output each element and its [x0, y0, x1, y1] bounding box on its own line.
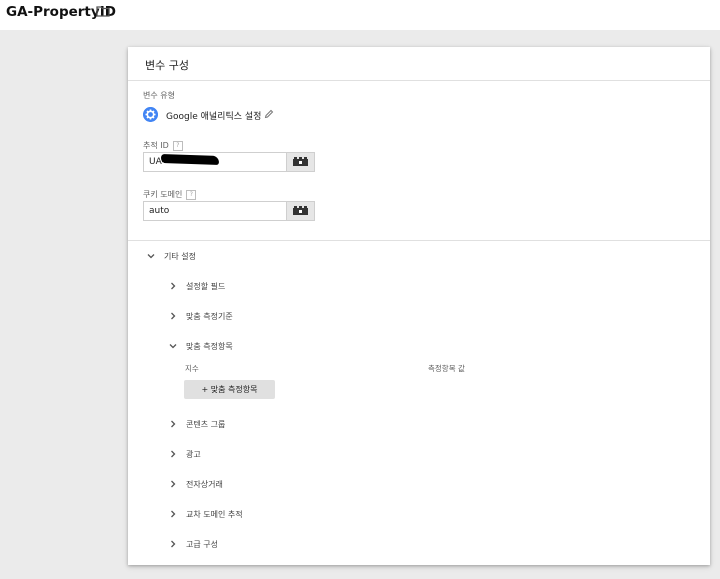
card-title: 변수 구성: [145, 59, 189, 72]
cookie-domain-label-text: 쿠키 도메인: [143, 190, 183, 199]
tracking-id-label-text: 추적 ID: [143, 141, 169, 150]
pencil-icon[interactable]: [264, 109, 274, 119]
section-label: 설정할 필드: [186, 282, 226, 291]
variable-type-name: Google 애널리틱스 설정: [166, 112, 262, 122]
card-header: 변수 구성: [128, 47, 710, 81]
column-header-index: 지수: [185, 364, 199, 373]
column-header-metric-value: 측정항목 값: [428, 364, 465, 373]
redaction-mark: [160, 153, 220, 166]
chevron-right-icon: [171, 510, 176, 518]
cookie-domain-field[interactable]: auto: [143, 201, 315, 221]
variable-configuration-card: 변수 구성 변수 유형 Google 애널리틱스 설정 추적 ID? UA- 쿠…: [128, 47, 710, 565]
chevron-down-icon: [169, 344, 177, 349]
chevron-down-icon: [147, 254, 155, 259]
top-bar: GA-PropertyID: [0, 0, 720, 30]
more-settings-label: 기타 설정: [164, 252, 196, 261]
cookie-domain-label: 쿠키 도메인?: [143, 189, 197, 200]
section-label: 광고: [186, 450, 201, 459]
folder-icon[interactable]: [96, 5, 110, 17]
section-label: 콘텐츠 그룹: [186, 420, 226, 429]
tracking-id-field[interactable]: UA-: [143, 152, 315, 172]
help-icon[interactable]: ?: [186, 189, 197, 200]
gear-icon: [143, 107, 158, 122]
variable-brick-icon: [293, 157, 308, 166]
section-label: 교차 도메인 추적: [186, 510, 243, 519]
chevron-right-icon: [171, 282, 176, 290]
variable-picker-button[interactable]: [286, 202, 314, 220]
chevron-right-icon: [171, 540, 176, 548]
variable-brick-icon: [293, 206, 308, 215]
variable-type-label: 변수 유형: [143, 91, 175, 100]
variable-picker-button[interactable]: [286, 153, 314, 171]
section-label: 맞춤 측정항목: [186, 342, 233, 351]
section-label: 맞춤 측정기준: [186, 312, 233, 321]
tracking-id-label: 추적 ID?: [143, 140, 183, 151]
help-icon[interactable]: ?: [172, 140, 183, 151]
section-label: 고급 구성: [186, 540, 218, 549]
section-divider: [128, 240, 710, 241]
add-custom-metric-button[interactable]: + 맞춤 측정항목: [184, 380, 275, 399]
chevron-right-icon: [171, 312, 176, 320]
section-label: 전자상거래: [186, 480, 223, 489]
chevron-right-icon: [171, 450, 176, 458]
chevron-right-icon: [171, 420, 176, 428]
cookie-domain-value: auto: [149, 206, 170, 216]
chevron-right-icon: [171, 480, 176, 488]
